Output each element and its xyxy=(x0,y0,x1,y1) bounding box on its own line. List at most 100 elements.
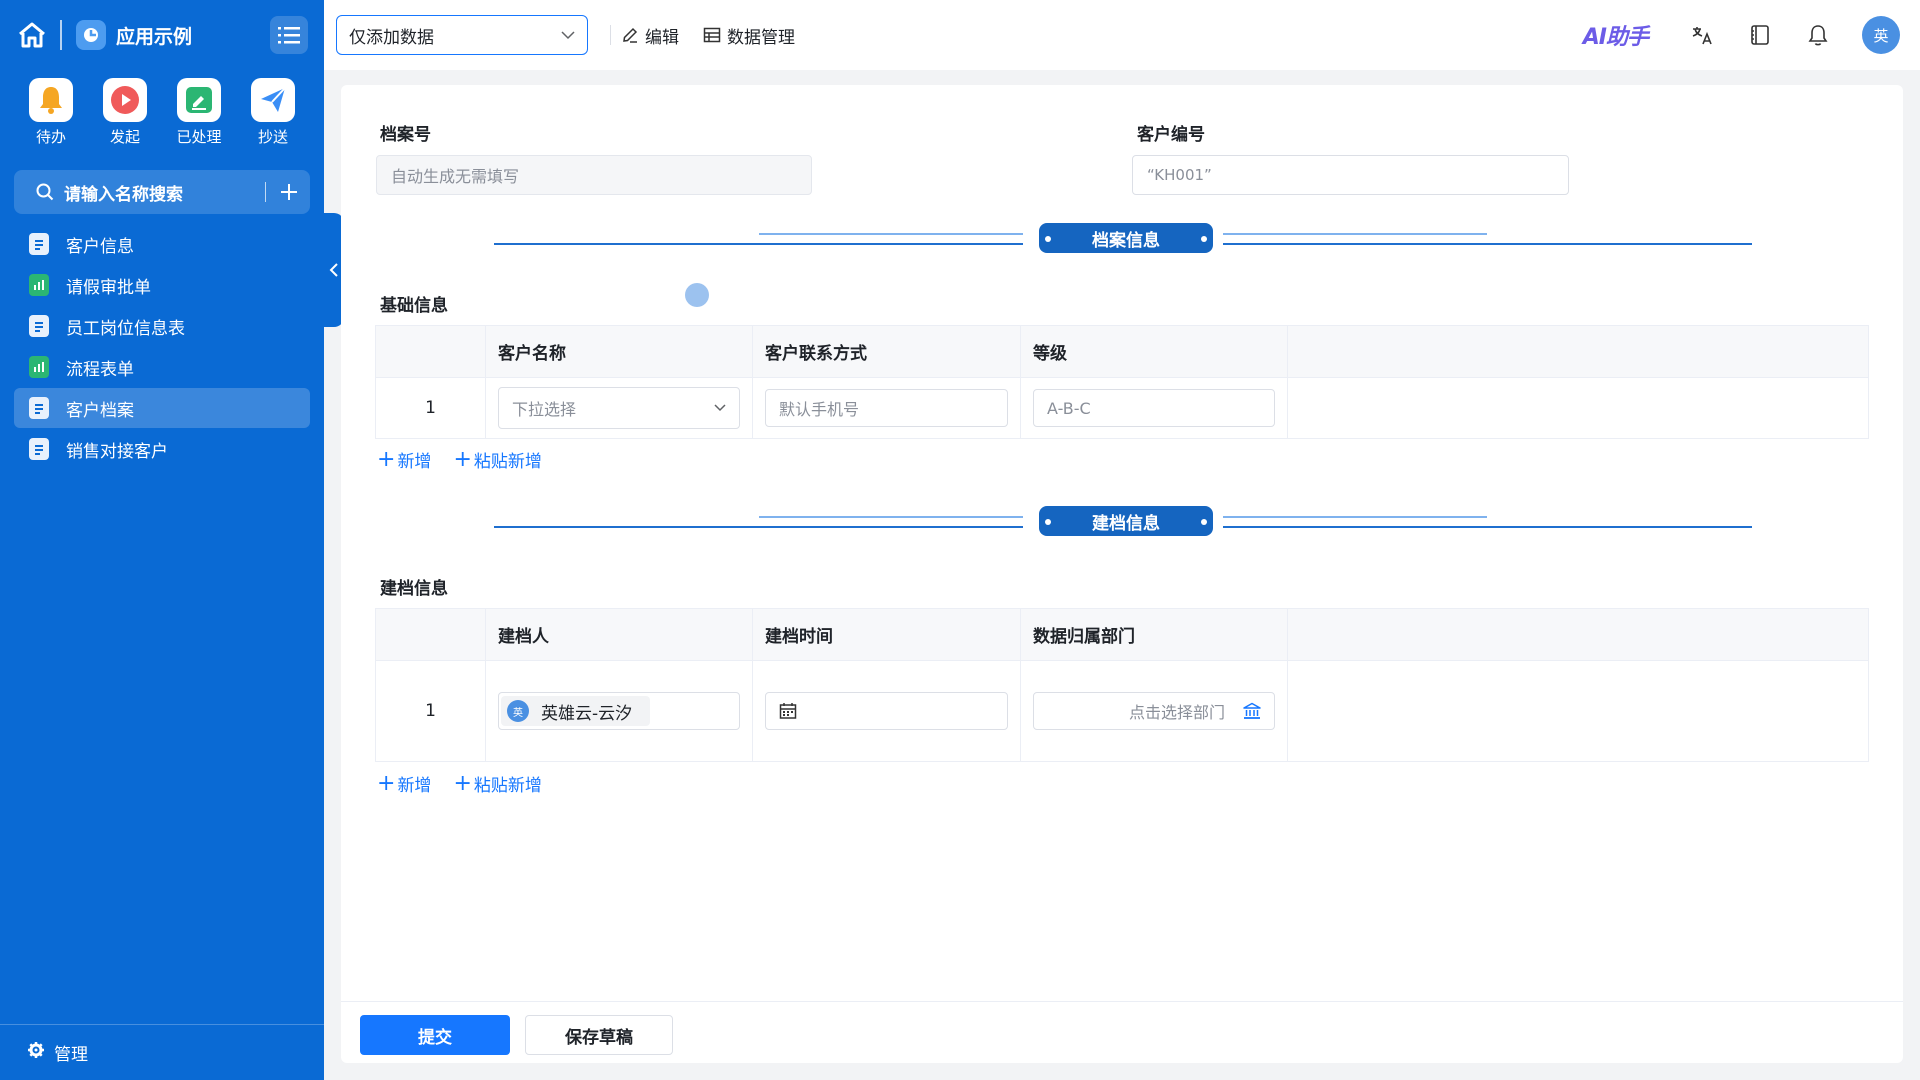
section-divider-filing: 建档信息 xyxy=(494,506,1758,546)
sidebar: 应用示例 待办 发起 已处理 抄送 请输入名称搜索 客户信息 请假审批单 员工岗… xyxy=(0,0,324,1080)
sidebar-manage[interactable]: 管理 xyxy=(0,1024,324,1080)
level-input[interactable]: A-B-C xyxy=(1033,389,1275,427)
search-icon xyxy=(36,183,54,201)
filing-time-picker[interactable] xyxy=(765,692,1008,730)
pill-dot xyxy=(1201,519,1207,525)
divider-line xyxy=(1223,233,1487,235)
edit-label: 编辑 xyxy=(645,27,679,48)
basic-add-actions: + 新增 + 粘贴新增 xyxy=(377,447,564,472)
divider-line xyxy=(1223,526,1752,528)
sidebar-item-leave-approval[interactable]: 请假审批单 xyxy=(14,265,310,305)
customer-name-select[interactable]: 下拉选择 xyxy=(498,387,740,429)
divider-line xyxy=(494,526,1023,528)
customer-no-input[interactable]: “KH001” xyxy=(1132,155,1569,195)
section-divider-archive: 档案信息 xyxy=(494,223,1758,263)
empty-cell xyxy=(1288,378,1868,438)
save-draft-button[interactable]: 保存草稿 xyxy=(525,1015,673,1055)
quick-cc-label: 抄送 xyxy=(257,128,288,146)
divider-line xyxy=(1223,243,1752,245)
mouse-cursor-indicator xyxy=(685,283,709,307)
book-icon[interactable] xyxy=(1746,21,1774,49)
archive-no-input[interactable]: 自动生成无需填写 xyxy=(376,155,812,195)
bank-building-icon xyxy=(1243,702,1261,719)
document-icon xyxy=(29,315,49,337)
column-header: 建档人 xyxy=(486,609,753,660)
column-header: 客户名称 xyxy=(486,326,753,377)
quick-cc[interactable]: 抄送 xyxy=(236,78,310,152)
paste-add-button[interactable]: + 粘贴新增 xyxy=(453,447,541,472)
app-logo-icon xyxy=(76,20,106,50)
contact-input[interactable]: 默认手机号 xyxy=(765,389,1008,427)
home-icon[interactable] xyxy=(16,19,48,51)
paste-add-label: 粘贴新增 xyxy=(473,776,542,796)
quick-done[interactable]: 已处理 xyxy=(162,78,236,152)
check-edit-icon xyxy=(177,78,221,122)
plus-icon: + xyxy=(377,446,396,472)
quick-start[interactable]: 发起 xyxy=(88,78,162,152)
sidebar-item-label: 客户信息 xyxy=(66,236,134,257)
table-header: 客户名称 客户联系方式 等级 xyxy=(376,326,1868,378)
edit-icon xyxy=(623,27,638,43)
section-title-text: 档案信息 xyxy=(1092,230,1160,251)
data-manage-button[interactable]: 数据管理 xyxy=(703,23,795,48)
sidebar-item-label: 销售对接客户 xyxy=(66,441,168,462)
filing-info-table: 建档人 建档时间 数据归属部门 1 英 英雄云-云汐 点击选择部门 xyxy=(375,608,1869,762)
sidebar-item-process-form[interactable]: 流程表单 xyxy=(14,347,310,387)
sidebar-item-employee-position[interactable]: 员工岗位信息表 xyxy=(14,306,310,346)
column-header: 客户联系方式 xyxy=(753,326,1021,377)
view-select-value: 仅添加数据 xyxy=(349,27,434,48)
data-manage-label: 数据管理 xyxy=(727,27,795,48)
form-card: 档案号 自动生成无需填写 客户编号 “KH001” 档案信息 基础信息 客户名称… xyxy=(341,85,1903,1063)
ai-assistant-button[interactable]: AI助手 xyxy=(1583,19,1649,51)
contact-cell: 默认手机号 xyxy=(753,378,1021,438)
sidebar-item-label: 客户档案 xyxy=(66,400,134,421)
sidebar-search[interactable]: 请输入名称搜索 xyxy=(14,170,310,214)
user-tag: 英 英雄云-云汐 xyxy=(501,696,651,726)
pill-dot xyxy=(1201,236,1207,242)
add-icon[interactable] xyxy=(280,183,298,201)
notification-bell-icon[interactable] xyxy=(1804,21,1832,49)
edit-button[interactable]: 编辑 xyxy=(621,23,679,48)
contact-placeholder: 默认手机号 xyxy=(779,400,860,419)
level-cell: A-B-C xyxy=(1021,378,1288,438)
add-row-button[interactable]: + 新增 xyxy=(377,771,431,796)
section-title-filing: 建档信息 xyxy=(1039,506,1213,536)
creator-select[interactable]: 英 英雄云-云汐 xyxy=(498,692,740,730)
form-footer: 提交 保存草稿 xyxy=(341,1001,1903,1063)
play-icon xyxy=(103,78,147,122)
add-label: 新增 xyxy=(397,452,432,472)
paste-add-button[interactable]: + 粘贴新增 xyxy=(453,771,541,796)
sidebar-item-customer-archive[interactable]: 客户档案 xyxy=(14,388,310,428)
plus-icon: + xyxy=(453,446,472,472)
menu-toggle-button[interactable] xyxy=(270,16,308,54)
creator-cell: 英 英雄云-云汐 xyxy=(486,661,753,761)
search-separator xyxy=(265,182,266,202)
sidebar-item-customer-info[interactable]: 客户信息 xyxy=(14,224,310,264)
app-name: 应用示例 xyxy=(116,25,193,48)
row-index: 1 xyxy=(376,378,486,438)
quick-start-label: 发起 xyxy=(109,128,140,146)
sidebar-nav: 客户信息 请假审批单 员工岗位信息表 流程表单 客户档案 销售对接客户 xyxy=(0,224,324,469)
table-icon xyxy=(703,27,721,43)
send-icon xyxy=(251,78,295,122)
chevron-down-icon xyxy=(561,30,575,39)
document-icon xyxy=(29,233,49,255)
sidebar-item-label: 员工岗位信息表 xyxy=(66,318,185,339)
department-picker[interactable]: 点击选择部门 xyxy=(1033,692,1275,730)
sidebar-item-label: 流程表单 xyxy=(66,359,134,380)
submit-button[interactable]: 提交 xyxy=(360,1015,510,1055)
translate-icon[interactable] xyxy=(1688,21,1716,49)
customer-name-placeholder: 下拉选择 xyxy=(512,400,577,419)
add-label: 新增 xyxy=(397,776,432,796)
add-row-button[interactable]: + 新增 xyxy=(377,447,431,472)
sidebar-item-sales-customer[interactable]: 销售对接客户 xyxy=(14,429,310,469)
paste-add-label: 粘贴新增 xyxy=(473,452,542,472)
column-header: 等级 xyxy=(1021,326,1288,377)
user-avatar[interactable]: 英 xyxy=(1862,16,1900,54)
quick-todo[interactable]: 待办 xyxy=(14,78,88,152)
plus-icon: + xyxy=(453,770,472,796)
view-select[interactable]: 仅添加数据 xyxy=(336,15,588,55)
quick-done-label: 已处理 xyxy=(176,128,222,146)
index-header xyxy=(376,609,486,660)
empty-cell xyxy=(1288,661,1868,761)
